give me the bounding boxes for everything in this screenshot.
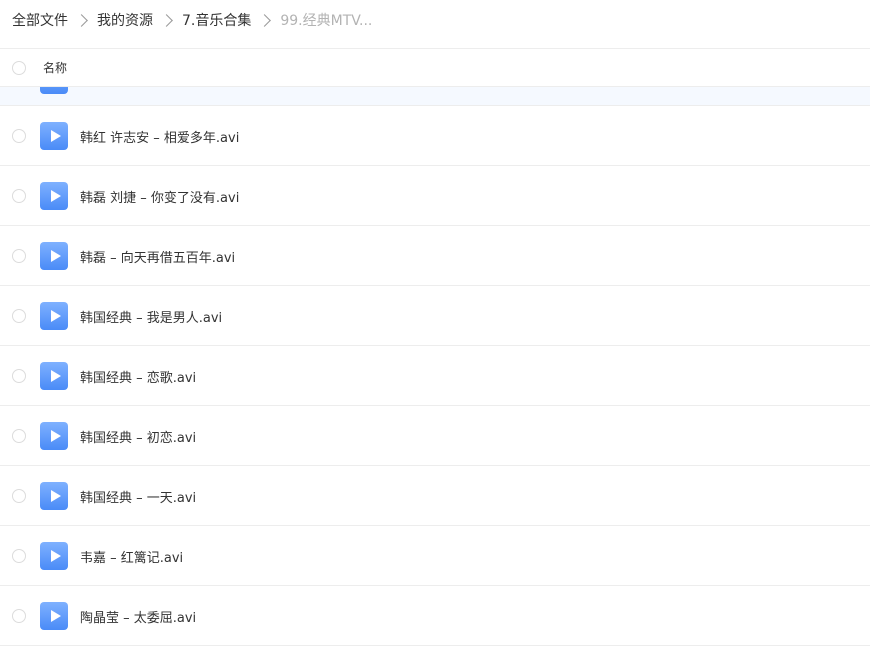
- file-name[interactable]: 韩红 许志安 – 相爱多年.avi: [80, 127, 239, 146]
- video-file-icon: [40, 362, 68, 390]
- breadcrumb: 全部文件 我的资源 7.音乐合集 99.经典MTV...: [0, 0, 870, 40]
- breadcrumb-music-collection[interactable]: 7.音乐合集: [182, 10, 251, 30]
- video-file-icon: [40, 182, 68, 210]
- video-file-icon: [40, 482, 68, 510]
- file-row[interactable]: 韩国经典 – 我是男人.avi: [0, 286, 870, 346]
- file-row[interactable]: 陶晶莹 – 太委屈.avi: [0, 586, 870, 646]
- column-header-name[interactable]: 名称: [43, 59, 67, 76]
- row-checkbox[interactable]: [12, 189, 26, 203]
- file-name[interactable]: 韩磊 – 向天再借五百年.avi: [80, 247, 235, 266]
- file-name[interactable]: 韩国经典 – 我是男人.avi: [80, 307, 222, 326]
- file-row[interactable]: 韩国经典 – 一天.avi: [0, 466, 870, 526]
- video-file-icon: [40, 602, 68, 630]
- video-file-icon: [40, 242, 68, 270]
- chevron-right-icon: [258, 13, 272, 27]
- chevron-right-icon: [160, 13, 173, 27]
- video-file-icon: [40, 422, 68, 450]
- row-checkbox[interactable]: [12, 369, 26, 383]
- row-checkbox[interactable]: [12, 609, 26, 623]
- file-name[interactable]: 陶晶莹 – 太委屈.avi: [80, 607, 196, 626]
- row-checkbox[interactable]: [12, 489, 26, 503]
- video-file-icon: [40, 87, 68, 94]
- file-row[interactable]: 韩红 许志安 – 相爱多年.avi: [0, 106, 870, 166]
- file-row-partial[interactable]: [0, 86, 870, 106]
- file-name[interactable]: 韩磊 刘捷 – 你变了没有.avi: [80, 187, 239, 206]
- row-checkbox[interactable]: [12, 549, 26, 563]
- file-name[interactable]: 韩国经典 – 一天.avi: [80, 487, 196, 506]
- row-checkbox[interactable]: [12, 249, 26, 263]
- video-file-icon: [40, 302, 68, 330]
- video-file-icon: [40, 542, 68, 570]
- file-row[interactable]: 韦嘉 – 红篱记.avi: [0, 526, 870, 586]
- file-row[interactable]: 韩磊 刘捷 – 你变了没有.avi: [0, 166, 870, 226]
- file-row[interactable]: 韩磊 – 向天再借五百年.avi: [0, 226, 870, 286]
- file-name[interactable]: 韩国经典 – 恋歌.avi: [80, 367, 196, 386]
- file-list-header: 名称: [0, 48, 870, 86]
- file-list: 韩红 许志安 – 相爱多年.avi 韩磊 刘捷 – 你变了没有.avi 韩磊 –…: [0, 106, 870, 646]
- breadcrumb-current-folder: 99.经典MTV...: [280, 13, 373, 29]
- file-row[interactable]: 韩国经典 – 恋歌.avi: [0, 346, 870, 406]
- row-checkbox[interactable]: [12, 309, 26, 323]
- video-file-icon: [40, 122, 68, 150]
- file-name[interactable]: 韩国经典 – 初恋.avi: [80, 427, 196, 446]
- breadcrumb-all-files[interactable]: 全部文件: [12, 10, 68, 30]
- select-all-checkbox[interactable]: [12, 60, 26, 75]
- row-checkbox[interactable]: [12, 429, 26, 443]
- breadcrumb-my-resources[interactable]: 我的资源: [97, 10, 153, 30]
- file-row[interactable]: 韩国经典 – 初恋.avi: [0, 406, 870, 466]
- chevron-right-icon: [75, 13, 88, 27]
- file-name[interactable]: 韦嘉 – 红篱记.avi: [80, 547, 183, 566]
- row-checkbox[interactable]: [12, 129, 26, 143]
